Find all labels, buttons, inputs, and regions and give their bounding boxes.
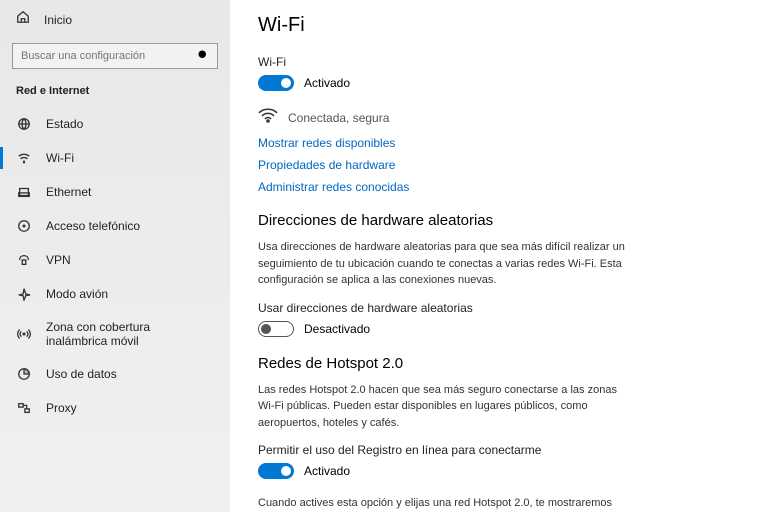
link-show-networks[interactable]: Mostrar redes disponibles — [258, 136, 740, 150]
hotspot-toggle[interactable] — [258, 463, 294, 479]
connection-status: Conectada, segura — [288, 111, 389, 125]
search-field[interactable] — [21, 50, 197, 62]
main-content: Wi-Fi Wi-Fi Activado Conectada, segura M… — [230, 0, 768, 512]
search-icon — [197, 49, 209, 64]
home-icon — [16, 10, 30, 29]
sidebar-item-datausage[interactable]: Uso de datos — [0, 357, 230, 391]
sidebar-item-vpn[interactable]: VPN — [0, 243, 230, 277]
home-label: Inicio — [44, 13, 72, 27]
link-hardware-properties[interactable]: Propiedades de hardware — [258, 158, 740, 172]
sidebar: Inicio Red e Internet Estado Wi-Fi Ether… — [0, 0, 230, 512]
sidebar-item-dialup[interactable]: Acceso telefónico — [0, 209, 230, 243]
sidebar-item-label: Zona con cobertura inalámbrica móvil — [46, 320, 214, 348]
sidebar-item-estado[interactable]: Estado — [0, 107, 230, 141]
random-hw-heading: Direcciones de hardware aleatorias — [258, 212, 740, 229]
sidebar-item-hotspot[interactable]: Zona con cobertura inalámbrica móvil — [0, 311, 230, 357]
random-hw-desc: Usa direcciones de hardware aleatorias p… — [258, 239, 628, 289]
airplane-icon — [16, 286, 32, 302]
random-hw-toggle[interactable] — [258, 321, 294, 337]
wifi-signal-icon — [258, 107, 278, 128]
sidebar-item-label: VPN — [46, 253, 71, 267]
vpn-icon — [16, 252, 32, 268]
link-manage-known-networks[interactable]: Administrar redes conocidas — [258, 180, 740, 194]
hotspot-icon — [16, 326, 32, 342]
sidebar-item-wifi[interactable]: Wi-Fi — [0, 141, 230, 175]
sidebar-item-ethernet[interactable]: Ethernet — [0, 175, 230, 209]
wifi-icon — [16, 150, 32, 166]
hotspot-heading: Redes de Hotspot 2.0 — [258, 355, 740, 372]
data-usage-icon — [16, 366, 32, 382]
hotspot-desc: Las redes Hotspot 2.0 hacen que sea más … — [258, 382, 628, 432]
wifi-toggle-state: Activado — [304, 76, 350, 90]
sidebar-nav: Estado Wi-Fi Ethernet Acceso telefónico … — [0, 107, 230, 425]
sidebar-item-label: Modo avión — [46, 287, 108, 301]
page-title: Wi-Fi — [258, 14, 740, 37]
sidebar-item-label: Ethernet — [46, 185, 91, 199]
hotspot-toggle-label: Permitir el uso del Registro en línea pa… — [258, 443, 740, 457]
sidebar-item-label: Proxy — [46, 401, 77, 415]
hotspot-desc2: Cuando actives esta opción y elijas una … — [258, 495, 628, 512]
sidebar-section-title: Red e Internet — [0, 79, 230, 107]
sidebar-item-label: Acceso telefónico — [46, 219, 140, 233]
home-button[interactable]: Inicio — [0, 0, 230, 39]
status-icon — [16, 116, 32, 132]
sidebar-item-label: Wi-Fi — [46, 151, 74, 165]
ethernet-icon — [16, 184, 32, 200]
random-hw-toggle-label: Usar direcciones de hardware aleatorias — [258, 301, 740, 315]
wifi-toggle[interactable] — [258, 75, 294, 91]
sidebar-item-proxy[interactable]: Proxy — [0, 391, 230, 425]
sidebar-item-label: Uso de datos — [46, 367, 117, 381]
sidebar-item-airplane[interactable]: Modo avión — [0, 277, 230, 311]
dialup-icon — [16, 218, 32, 234]
sidebar-item-label: Estado — [46, 117, 83, 131]
proxy-icon — [16, 400, 32, 416]
wifi-label: Wi-Fi — [258, 55, 740, 69]
random-hw-toggle-state: Desactivado — [304, 322, 370, 336]
search-input[interactable] — [12, 43, 218, 69]
hotspot-toggle-state: Activado — [304, 464, 350, 478]
